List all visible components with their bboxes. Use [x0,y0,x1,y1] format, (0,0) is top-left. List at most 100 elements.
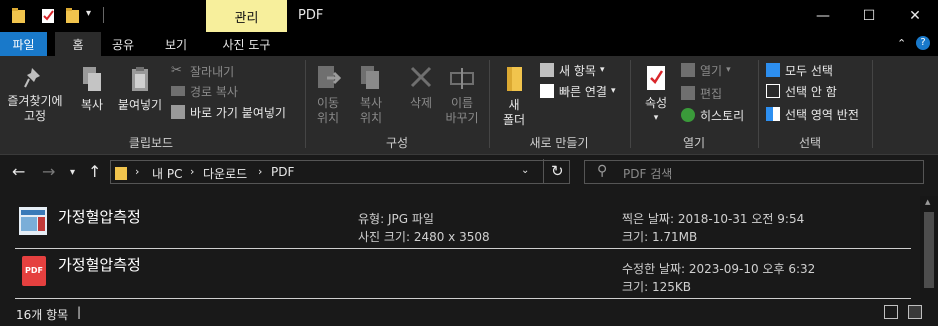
image-dimensions: 사진 크기: 2480 x 3508 [358,230,490,244]
new-folder-label: 새 폴더 [502,98,526,127]
folder-icon[interactable] [12,8,25,23]
maximize-button[interactable]: ☐ [846,0,892,32]
file-type: 유형: JPG 파일 [358,212,434,226]
details-view-icon[interactable] [884,305,898,319]
pin-to-quick-access-button[interactable]: 즐겨찾기에 고정 [4,66,66,124]
search-input[interactable]: PDF 검색 [623,165,672,182]
breadcrumb-separator-icon: › [258,165,263,178]
context-tab-manage[interactable]: 관리 [206,0,287,32]
address-dropdown-icon[interactable]: ⌄ [521,165,529,176]
folder-icon [115,167,127,180]
shortcut-icon [171,105,185,119]
breadcrumb-pdf[interactable]: PDF [271,165,294,179]
paste-button[interactable]: 붙여넣기 [113,66,167,113]
up-arrow-icon[interactable]: ↑ [88,162,101,181]
file-size: 크기: 1.71MB [622,230,698,244]
copy-path-button[interactable]: 경로 복사 [171,82,238,100]
tab-picture-tools[interactable]: 사진 도구 [206,32,287,56]
paste-shortcut-button[interactable]: 바로 가기 붙여넣기 [171,103,286,121]
edit-button[interactable]: 편집 [681,84,722,102]
address-bar[interactable]: › 내 PC › 다운로드 › PDF ⌄ ↻ [110,159,570,184]
back-arrow-icon[interactable]: ← [12,162,25,181]
tab-view[interactable]: 보기 [151,32,201,56]
refresh-icon[interactable]: ↻ [551,162,564,180]
copy-button[interactable]: 복사 [74,66,110,113]
copy-label: 복사 [80,98,104,112]
list-item[interactable]: PDF 가정혈압측정 수정한 날짜: 2023-09-10 오후 6:32 크기… [0,250,912,298]
move-to-label: 이동 위치 [316,96,340,125]
edit-label: 편집 [700,86,723,101]
open-button[interactable]: 열기 ▾ [681,61,731,79]
properties-icon[interactable] [42,8,55,23]
easy-access-button[interactable]: 빠른 연결 ▾ [540,82,616,100]
scroll-up-icon[interactable]: ▲ [925,198,930,206]
dropdown-icon: ▾ [599,65,605,75]
move-to-button[interactable]: 이동 위치 [310,64,346,126]
breadcrumb-this-pc[interactable]: 내 PC [152,165,182,182]
file-size: 크기: 125KB [622,280,691,294]
tab-share[interactable]: 공유 [101,32,145,56]
properties-label: 속성 [644,96,668,110]
new-item-button[interactable]: 새 항목 ▾ [540,61,604,79]
qat-separator [103,7,104,23]
dropdown-icon: ▾ [653,113,659,123]
invert-selection-button[interactable]: 선택 영역 반전 [766,105,859,123]
path-icon [171,86,185,96]
qat-dropdown-icon[interactable]: ▾ [86,8,91,19]
open-label: 열기 [700,63,723,78]
clipboard-icon [132,67,148,91]
select-none-button[interactable]: 선택 안 함 [766,82,837,100]
select-all-label: 모두 선택 [785,63,833,78]
scrollbar[interactable]: ▲ [920,196,938,300]
properties-button[interactable]: 속성 ▾ [638,64,674,126]
search-icon: ⚲ [597,163,608,179]
delete-x-icon [410,66,432,88]
close-button[interactable]: ✕ [892,0,938,32]
large-icons-view-icon[interactable] [908,305,922,319]
help-icon[interactable]: ? [916,36,930,50]
new-item-label: 새 항목 [559,63,596,78]
breadcrumb-separator-icon: › [190,165,195,178]
cut-label: 잘라내기 [190,64,235,79]
easy-access-label: 빠른 연결 [559,84,607,99]
invert-selection-label: 선택 영역 반전 [785,107,859,122]
edit-icon [681,86,695,100]
rename-icon [450,68,474,89]
select-all-icon [766,63,780,77]
history-icon [681,108,695,122]
copy-to-label: 복사 위치 [359,96,383,125]
rename-label: 이름 바꾸기 [445,96,479,125]
tab-file[interactable]: 파일 [0,32,47,56]
open-icon [681,63,695,77]
copy-to-icon [361,66,379,89]
copy-to-button[interactable]: 복사 위치 [353,64,389,126]
search-box[interactable]: ⚲ PDF 검색 [584,160,924,184]
breadcrumb-downloads[interactable]: 다운로드 [203,165,247,182]
history-button[interactable]: 히스토리 [681,106,744,124]
cut-button[interactable]: ✂ 잘라내기 [171,62,234,80]
minimize-button[interactable]: — [800,0,846,32]
tab-home[interactable]: 홈 [55,32,101,56]
file-list: 가정혈압측정 유형: JPG 파일 사진 크기: 2480 x 3508 찍은 … [0,194,920,300]
forward-arrow-icon[interactable]: → [42,162,55,181]
new-folder-button[interactable]: 새 폴더 [497,64,531,128]
history-label: 히스토리 [700,108,745,123]
status-separator: | [77,305,82,319]
recent-locations-icon[interactable]: ▾ [70,167,75,178]
title-bar: ▾ 관리 PDF — ☐ ✕ [0,0,938,32]
select-all-button[interactable]: 모두 선택 [766,61,833,79]
scrollbar-thumb[interactable] [924,212,934,288]
ribbon-collapse-icon[interactable]: ⌃ [897,37,906,50]
group-label-new: 새로 만들기 [529,136,589,150]
rename-button[interactable]: 이름 바꾸기 [444,64,480,126]
new-folder-icon[interactable] [66,8,79,23]
pdf-icon-label: PDF [25,266,43,275]
delete-button[interactable]: 삭제 [403,64,439,111]
window-title: PDF [298,8,324,23]
invert-selection-icon [766,107,780,121]
delete-label: 삭제 [409,96,433,110]
status-bar: 16개 항목 | [0,300,938,326]
group-label-select: 선택 [798,136,822,150]
breadcrumb-separator-icon: › [135,165,140,178]
list-item[interactable]: 가정혈압측정 유형: JPG 파일 사진 크기: 2480 x 3508 찍은 … [0,194,912,246]
